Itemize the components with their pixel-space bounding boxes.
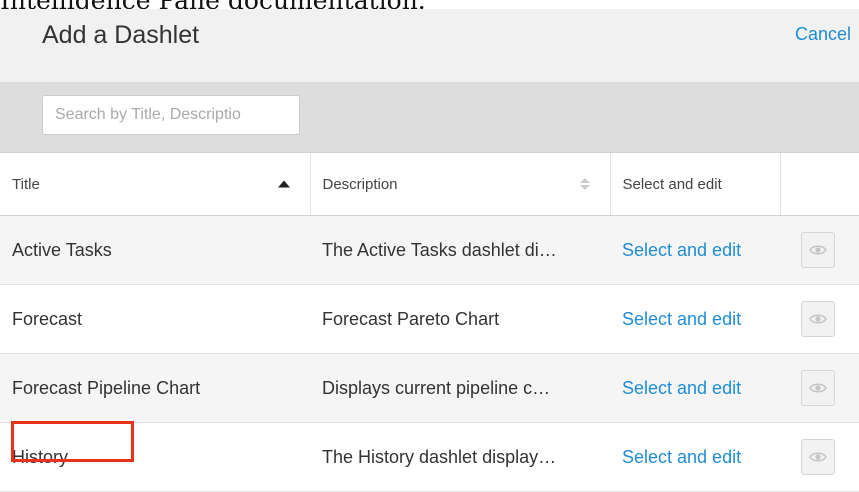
dashlet-table: Title Description Select and edit Active… bbox=[0, 153, 859, 492]
column-header-select: Select and edit bbox=[610, 153, 781, 216]
dashlet-title: Forecast Pipeline Chart bbox=[0, 353, 310, 423]
cancel-button[interactable]: Cancel bbox=[795, 24, 851, 45]
column-header-title[interactable]: Title bbox=[0, 153, 311, 216]
table-row: Forecast Forecast Pareto Chart Select an… bbox=[0, 284, 859, 354]
preview-cell bbox=[780, 215, 859, 285]
dialog-header: Add a Dashlet Cancel bbox=[0, 9, 859, 93]
select-and-edit-cell: Select and edit bbox=[610, 353, 780, 423]
dashlet-description: The Active Tasks dashlet di… bbox=[310, 215, 610, 285]
sort-unsorted-icon bbox=[579, 178, 590, 190]
table-header-row: Title Description Select and edit bbox=[0, 153, 859, 216]
preview-button[interactable] bbox=[801, 232, 835, 268]
select-and-edit-cell: Select and edit bbox=[610, 284, 780, 354]
eye-icon bbox=[809, 245, 827, 255]
select-and-edit-cell: Select and edit bbox=[610, 422, 780, 492]
column-header-title-label: Title bbox=[12, 175, 40, 193]
column-header-description-label: Description bbox=[322, 175, 398, 193]
table-row: Forecast Pipeline Chart Displays current… bbox=[0, 353, 859, 423]
eye-icon bbox=[809, 383, 827, 393]
column-header-preview bbox=[780, 153, 859, 216]
select-and-edit-link[interactable]: Select and edit bbox=[622, 378, 741, 398]
search-input[interactable] bbox=[42, 95, 300, 135]
preview-button[interactable] bbox=[801, 370, 835, 406]
table-row: History The History dashlet display… Sel… bbox=[0, 422, 859, 492]
select-and-edit-link[interactable]: Select and edit bbox=[622, 447, 741, 467]
preview-cell bbox=[780, 422, 859, 492]
preview-cell bbox=[780, 353, 859, 423]
preview-cell bbox=[780, 284, 859, 354]
dashlet-description: Displays current pipeline c… bbox=[310, 353, 610, 423]
eye-icon bbox=[809, 452, 827, 462]
dashlet-description: The History dashlet display… bbox=[310, 422, 610, 492]
dialog-title: Add a Dashlet bbox=[42, 21, 200, 49]
dashlet-title: Forecast bbox=[0, 284, 310, 354]
search-bar bbox=[0, 82, 859, 153]
dashlet-description: Forecast Pareto Chart bbox=[310, 284, 610, 354]
select-and-edit-link[interactable]: Select and edit bbox=[622, 240, 741, 260]
select-and-edit-link[interactable]: Select and edit bbox=[622, 309, 741, 329]
dashlet-title: History bbox=[0, 422, 310, 492]
column-header-description[interactable]: Description bbox=[310, 153, 611, 216]
sort-ascending-icon bbox=[277, 180, 290, 188]
dashlet-title: Active Tasks bbox=[0, 215, 310, 285]
preview-button[interactable] bbox=[801, 301, 835, 337]
column-header-select-label: Select and edit bbox=[622, 175, 722, 193]
preview-button[interactable] bbox=[801, 439, 835, 475]
eye-icon bbox=[809, 314, 827, 324]
select-and-edit-cell: Select and edit bbox=[610, 215, 780, 285]
table-row: Active Tasks The Active Tasks dashlet di… bbox=[0, 215, 859, 285]
